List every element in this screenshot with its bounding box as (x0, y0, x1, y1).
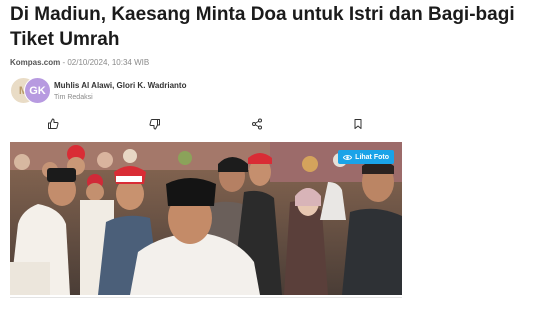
author-avatars: M GK (10, 77, 51, 104)
share-button[interactable] (248, 115, 266, 133)
bookmark-icon (354, 119, 362, 129)
view-photo-label: Lihat Foto (355, 153, 389, 161)
avatar[interactable]: GK (24, 77, 51, 104)
view-photo-button[interactable]: Lihat Foto (338, 150, 394, 164)
article-meta: Kompas.com - 02/10/2024, 10:34 WIB (10, 58, 149, 67)
article-photo[interactable]: Lihat Foto (10, 142, 402, 295)
source-name[interactable]: Kompas.com (10, 58, 60, 67)
share-icon (252, 118, 262, 130)
article-actions (10, 115, 402, 133)
bookmark-button[interactable] (349, 115, 367, 133)
publish-datetime: - 02/10/2024, 10:34 WIB (62, 58, 150, 67)
dislike-button[interactable] (146, 115, 164, 133)
author-role: Tim Redaksi (54, 94, 93, 101)
eye-icon (343, 154, 353, 160)
article-title: Di Madiun, Kaesang Minta Doa untuk Istri… (10, 4, 515, 50)
author-names[interactable]: Muhlis Al Alawi, Glori K. Wadrianto (54, 81, 186, 90)
thumbs-up-icon (48, 118, 59, 129)
divider (10, 297, 402, 298)
thumbs-down-icon (149, 119, 160, 130)
like-button[interactable] (44, 115, 62, 133)
crowd-photo (10, 142, 402, 295)
